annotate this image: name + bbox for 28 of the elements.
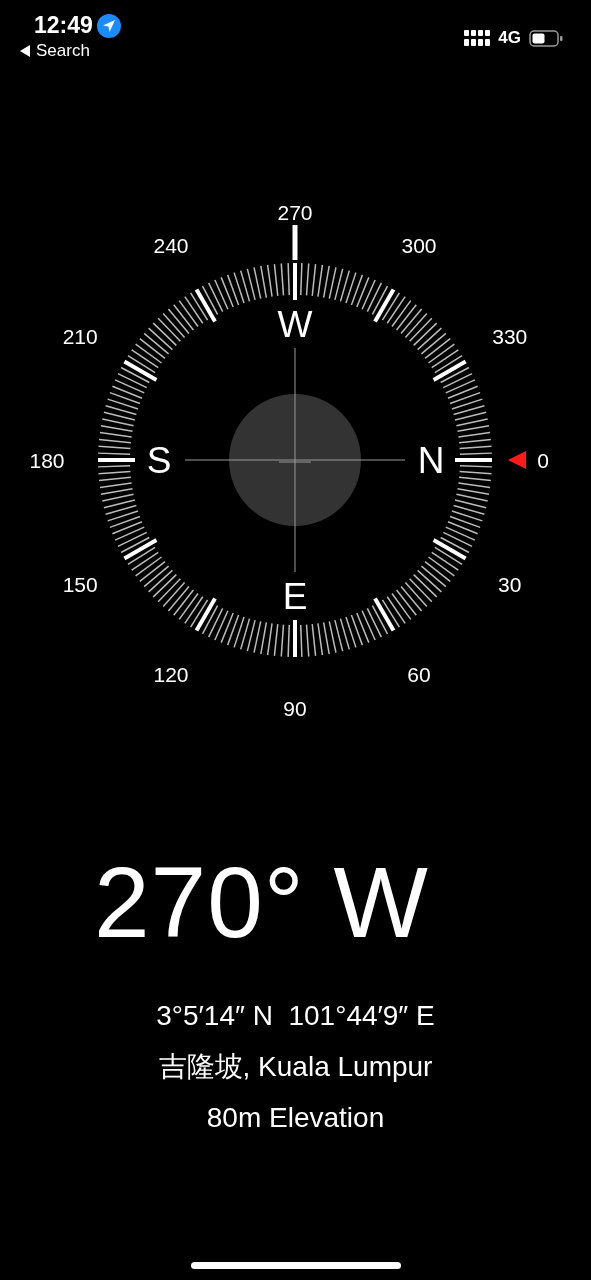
location-text: 吉隆坡, Kuala Lumpur (157, 1050, 434, 1084)
cardinal-label: N (417, 439, 445, 481)
degree-label: 270 (277, 200, 313, 224)
degree-label: 90 (283, 696, 307, 720)
degree-label: 210 (62, 324, 98, 348)
degree-label: 0 (537, 448, 549, 472)
degree-label: 300 (401, 233, 437, 257)
heading-line (292, 225, 298, 260)
degree-label: 240 (153, 233, 189, 257)
degree-label: 150 (62, 572, 98, 596)
cardinal-label: E (282, 575, 308, 617)
degree-label: 180 (29, 448, 65, 472)
signal-icon (464, 30, 491, 46)
degree-label: 30 (498, 572, 522, 596)
degree-label: 330 (492, 324, 528, 348)
degree-label: 120 (153, 663, 189, 687)
heading-reading: 270° W (93, 852, 430, 952)
coordinates-text: 3°5′14″ N 101°44′9″ E (155, 999, 436, 1033)
status-time: 12:49 (34, 12, 93, 39)
back-link[interactable]: Search (20, 41, 121, 61)
battery-icon (529, 29, 563, 47)
back-triangle-icon (20, 45, 30, 57)
cardinal-label: S (146, 439, 172, 481)
north-marker-icon (508, 451, 526, 469)
degree-label: 60 (407, 663, 431, 687)
network-label: 4G (498, 28, 521, 48)
cardinal-label: W (277, 303, 313, 345)
elevation-text: 80m Elevation (205, 1101, 386, 1135)
